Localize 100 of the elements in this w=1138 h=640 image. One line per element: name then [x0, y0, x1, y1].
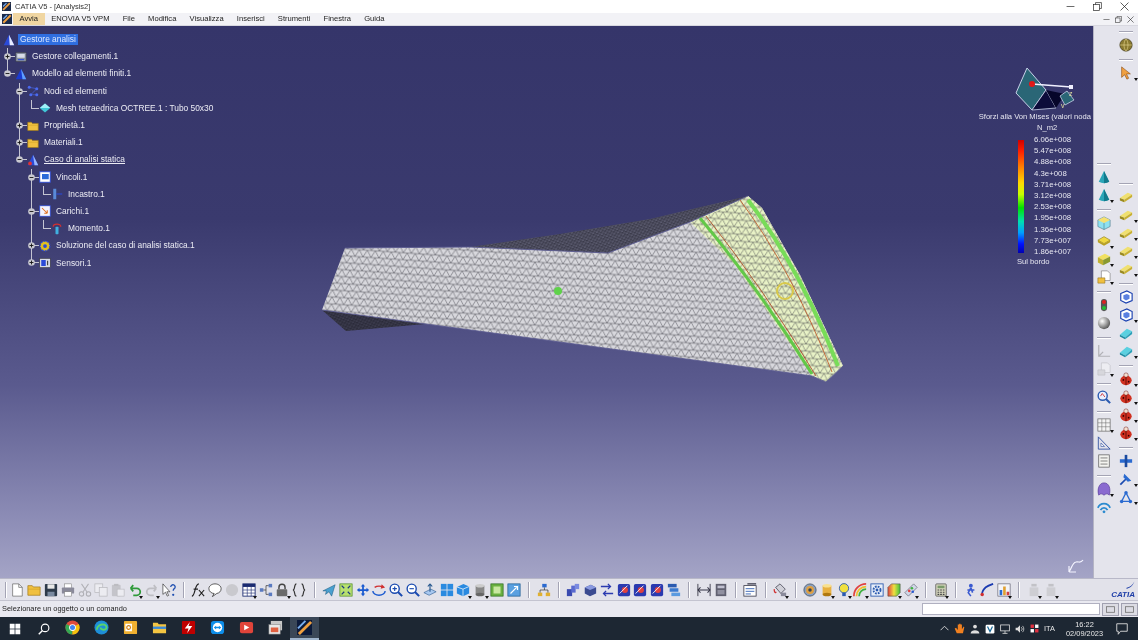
- bulb-icon[interactable]: [836, 582, 851, 597]
- dots-icon[interactable]: [27, 85, 39, 98]
- speech-bubble-icon[interactable]: [208, 582, 223, 597]
- tree-item[interactable]: Proprietà.1: [42, 120, 87, 132]
- gradient-box-icon[interactable]: [887, 582, 902, 597]
- clamp-icon[interactable]: [51, 188, 63, 201]
- tree-item[interactable]: Caso di analisi statica: [42, 154, 127, 166]
- swirl-icon[interactable]: [94, 620, 109, 635]
- ladybug-icon[interactable]: [1119, 390, 1133, 404]
- app-icon[interactable]: [2, 14, 12, 24]
- collapse-icon[interactable]: [28, 173, 36, 181]
- frame-cube-icon[interactable]: [1119, 308, 1133, 322]
- restore-icon[interactable]: [1093, 2, 1102, 11]
- caret-icon[interactable]: [1134, 438, 1138, 441]
- bucket-icon[interactable]: [773, 582, 788, 597]
- floppy-icon[interactable]: [44, 582, 58, 597]
- status-button[interactable]: [1102, 602, 1119, 616]
- folder-icon[interactable]: [27, 119, 39, 132]
- panel-icon[interactable]: [713, 582, 728, 597]
- person-icon[interactable]: [970, 623, 981, 634]
- collapse-icon[interactable]: [28, 207, 36, 215]
- collapse-icon[interactable]: [4, 70, 12, 78]
- caret-icon[interactable]: [1134, 274, 1138, 277]
- blocks-icon[interactable]: [566, 582, 581, 597]
- caret-icon[interactable]: [1110, 200, 1114, 203]
- chart-icon[interactable]: [997, 582, 1012, 597]
- tree-item[interactable]: Vincoli.1: [54, 171, 90, 183]
- ladybug-icon[interactable]: [1119, 426, 1133, 440]
- measure-icon[interactable]: [696, 582, 711, 597]
- function-icon[interactable]: [191, 582, 206, 597]
- close-icon[interactable]: [1127, 15, 1134, 23]
- sphere-icon[interactable]: [1097, 316, 1111, 330]
- lock-icon[interactable]: [275, 582, 290, 597]
- ladybug-icon[interactable]: [1119, 408, 1133, 422]
- folder-icon[interactable]: [152, 620, 167, 635]
- caret-icon[interactable]: [1134, 220, 1138, 223]
- caret-icon[interactable]: [1110, 264, 1114, 267]
- blob-icon[interactable]: [1097, 482, 1111, 496]
- nodes-icon[interactable]: [1119, 490, 1133, 504]
- zoom-in-icon[interactable]: [389, 582, 404, 597]
- expand-icon[interactable]: [28, 242, 36, 250]
- tree-item[interactable]: Materiali.1: [42, 137, 85, 149]
- folder-icon[interactable]: [27, 136, 39, 149]
- expand-icon[interactable]: [28, 259, 36, 267]
- window-stack-icon[interactable]: [268, 620, 283, 635]
- report-icon[interactable]: [743, 582, 758, 597]
- globe-icon[interactable]: [1119, 38, 1133, 52]
- t-bar-icon[interactable]: [1119, 454, 1133, 468]
- browser-icon[interactable]: [65, 620, 80, 635]
- swap-space-icon[interactable]: [506, 582, 521, 597]
- search-icon[interactable]: [37, 622, 50, 635]
- help-icon[interactable]: [161, 582, 176, 597]
- windows-icon[interactable]: [8, 622, 21, 635]
- plate-icon[interactable]: [1119, 190, 1133, 204]
- status-button[interactable]: [1121, 602, 1138, 616]
- expand-icon[interactable]: [16, 139, 24, 147]
- frame-icon[interactable]: [39, 171, 51, 184]
- magnifier-icon[interactable]: [1097, 390, 1111, 404]
- taskbar-button[interactable]: [290, 617, 319, 640]
- tile-icon[interactable]: [650, 582, 665, 597]
- restore-icon[interactable]: [1115, 15, 1122, 23]
- load-icon[interactable]: [39, 205, 51, 218]
- tree-item[interactable]: Momento.1: [66, 223, 112, 235]
- close-icon[interactable]: [1120, 2, 1129, 11]
- caret-icon[interactable]: [1134, 484, 1138, 487]
- brackets-icon[interactable]: [292, 582, 307, 597]
- palette-icon[interactable]: [903, 582, 918, 597]
- cone-icon[interactable]: [1097, 188, 1111, 202]
- tree-item[interactable]: Mesh tetraedrica OCTREE.1 : Tubo 50x30: [54, 102, 216, 114]
- compass-icon[interactable]: [1013, 66, 1077, 112]
- tree-item[interactable]: Modello ad elementi finiti.1: [30, 68, 134, 80]
- caret-icon[interactable]: [1134, 384, 1138, 387]
- speaker-icon[interactable]: [1015, 623, 1026, 634]
- arrows-icon[interactable]: [599, 582, 614, 597]
- expand-icon[interactable]: [16, 121, 24, 129]
- ladybug-icon[interactable]: [1119, 372, 1133, 386]
- page-icon[interactable]: [10, 582, 25, 597]
- bolt-tile-icon[interactable]: [181, 620, 196, 635]
- gear-icon[interactable]: [870, 582, 885, 597]
- tree-item[interactable]: Nodi ed elementi: [42, 85, 109, 97]
- remote-icon[interactable]: [210, 620, 225, 635]
- caret-icon[interactable]: [1134, 356, 1138, 359]
- stack-icon[interactable]: [667, 582, 682, 597]
- rotate-icon[interactable]: [372, 582, 387, 597]
- expand-icon[interactable]: [4, 53, 12, 61]
- hand-icon[interactable]: [954, 623, 966, 634]
- table-icon[interactable]: [241, 582, 256, 597]
- collapse-icon[interactable]: [16, 156, 24, 164]
- caret-icon[interactable]: [1110, 430, 1114, 433]
- pin-icon[interactable]: [1119, 472, 1133, 486]
- cube-icon[interactable]: [583, 582, 598, 597]
- caret-icon[interactable]: [1134, 238, 1138, 241]
- caret-icon[interactable]: [1110, 494, 1114, 497]
- zoom-out-icon[interactable]: [405, 582, 420, 597]
- caret-icon[interactable]: [1134, 502, 1138, 505]
- mail-icon[interactable]: [123, 620, 138, 635]
- calculator-icon[interactable]: [933, 582, 948, 597]
- pan-icon[interactable]: [355, 582, 370, 597]
- play-tile-icon[interactable]: [239, 620, 254, 635]
- curve-icon[interactable]: [980, 582, 995, 597]
